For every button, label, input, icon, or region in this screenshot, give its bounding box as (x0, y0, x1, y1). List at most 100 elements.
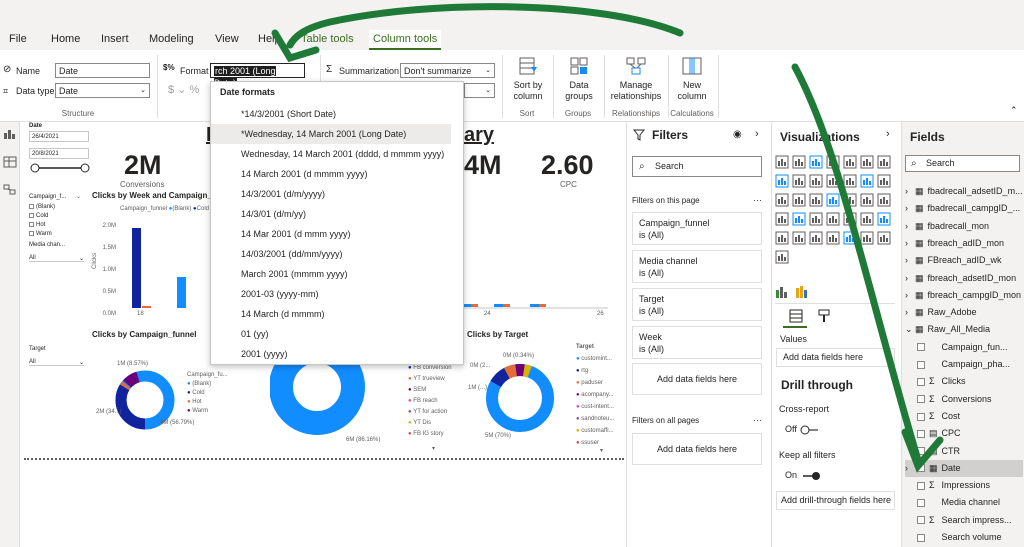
multirow-card-icon[interactable] (809, 212, 823, 226)
field-table[interactable]: › ▦ fbreach_adID_mon (905, 235, 1023, 252)
field-column[interactable]: Σ Impressions (905, 477, 1023, 494)
field-column[interactable]: › ▦ Date (905, 459, 1023, 477)
slicer-option[interactable]: Warm (29, 230, 55, 239)
card-icon[interactable] (792, 212, 806, 226)
field-checkbox[interactable] (917, 395, 925, 404)
decomposition-tree-icon[interactable] (826, 231, 840, 245)
format-option[interactable]: 14/3/2001 (d/m/yyyy) (211, 184, 451, 204)
ribbon-icon[interactable] (843, 174, 857, 188)
field-column[interactable]: Media channel (905, 494, 1023, 511)
format-option[interactable]: 14 March 2001 (d mmmm yyyy) (211, 164, 451, 184)
tab-insert[interactable]: Insert (101, 33, 129, 45)
field-table[interactable]: › ▦ fbadrecall_mon (905, 218, 1023, 235)
100-bar-icon[interactable] (843, 155, 857, 169)
treemap-icon[interactable] (826, 193, 840, 207)
legend-scroll-down-icon[interactable]: ▾ (600, 447, 603, 454)
field-checkbox[interactable] (917, 447, 925, 456)
ribbon-chart-icon[interactable] (775, 285, 789, 299)
media-slicer-dropdown[interactable]: All ⌄ (29, 255, 84, 262)
format-option[interactable]: 14/3/01 (d/m/yy) (211, 204, 451, 224)
slicer-option[interactable]: Hot (29, 221, 55, 230)
table-icon[interactable] (860, 212, 874, 226)
field-checkbox[interactable] (917, 343, 925, 352)
field-checkbox[interactable] (917, 360, 925, 369)
area-chart-icon[interactable] (775, 174, 789, 188)
values-well[interactable]: Add data fields here (776, 348, 895, 367)
scatter-icon[interactable] (775, 193, 789, 207)
key-influencers-icon[interactable] (809, 231, 823, 245)
new-column-button[interactable]: New column (672, 55, 712, 102)
filled-map-icon[interactable] (860, 193, 874, 207)
filter-card-media[interactable]: Media channel is (All) (632, 250, 762, 283)
format-option[interactable]: 14 Mar 2001 (d mmm yyyy) (211, 224, 451, 244)
shape-map-icon[interactable] (775, 212, 789, 226)
tab-help[interactable]: Help (258, 33, 281, 45)
more-options-icon[interactable]: … (753, 193, 762, 203)
format-option[interactable]: 14 March (d mmmm) (211, 304, 451, 324)
paginated-icon[interactable] (877, 231, 891, 245)
field-table[interactable]: › ▦ fbreach_campgID_mon (905, 287, 1023, 304)
field-checkbox[interactable] (917, 464, 925, 473)
r-visual-icon[interactable] (775, 231, 789, 245)
tab-modeling[interactable]: Modeling (149, 33, 194, 45)
format-option[interactable]: Wednesday, 14 March 2001 (dddd, d mmmm y… (211, 144, 451, 164)
field-checkbox[interactable] (917, 481, 925, 490)
field-checkbox[interactable] (917, 499, 925, 508)
narrative-icon[interactable] (860, 231, 874, 245)
more-options-icon[interactable]: … (753, 413, 762, 423)
field-column[interactable]: ▤ CPC (905, 425, 1023, 442)
filters-add-fields-all[interactable]: Add data fields here (632, 433, 762, 465)
format-option[interactable]: *14/3/2001 (Short Date) (211, 104, 451, 124)
chevron-right-icon[interactable]: › (886, 128, 890, 140)
filters-add-fields-page[interactable]: Add data fields here (632, 363, 762, 395)
format-option-selected[interactable]: *Wednesday, 14 March 2001 (Long Date) (211, 124, 451, 144)
slicer-option[interactable]: (Blank) (29, 203, 55, 212)
field-checkbox[interactable] (917, 377, 925, 386)
field-checkbox[interactable] (917, 429, 925, 438)
data-groups-button[interactable]: Data groups (557, 55, 601, 102)
keep-filters-toggle[interactable]: On (785, 470, 822, 481)
stacked-bar-icon[interactable] (775, 155, 789, 169)
target-slicer-dropdown[interactable]: All ⌄ (29, 359, 84, 366)
100-column-icon[interactable] (860, 155, 874, 169)
data-view-icon[interactable] (3, 156, 17, 168)
field-column[interactable]: Campaign_pha... (905, 356, 1023, 373)
field-table[interactable]: › ▦ FBreach_adID_wk (905, 252, 1023, 269)
power-apps-icon[interactable] (775, 250, 789, 264)
legend-scroll-down-icon[interactable]: ▾ (432, 445, 435, 452)
format-option[interactable]: 2001 (yyyy) (211, 344, 451, 364)
slicer-option[interactable]: Cold (29, 212, 55, 221)
fields-tab-icon[interactable] (788, 308, 804, 324)
date-range-slider[interactable] (30, 162, 90, 174)
sort-by-column-button[interactable]: Sort by column (506, 55, 550, 102)
filter-card-target[interactable]: Target is (All) (632, 288, 762, 321)
field-column[interactable]: Σ Clicks (905, 373, 1023, 390)
py-visual-icon[interactable] (792, 231, 806, 245)
fields-search-input[interactable]: ⌕ Search (905, 155, 1020, 172)
data-category-select[interactable]: ⌄ (464, 83, 495, 98)
field-checkbox[interactable] (917, 412, 925, 421)
pie-chart-icon[interactable] (792, 193, 806, 207)
model-view-icon[interactable] (3, 184, 17, 196)
field-column[interactable]: Campaign_fun... (905, 339, 1023, 356)
funnel-icon[interactable] (877, 174, 891, 188)
line-column-icon[interactable] (809, 174, 823, 188)
map-icon[interactable] (843, 193, 857, 207)
manage-relationships-button[interactable]: Manage relationships (607, 55, 665, 102)
cross-report-toggle[interactable]: Off (785, 424, 821, 435)
field-column[interactable]: ▤ CTR (905, 443, 1023, 460)
format-option[interactable]: 14/03/2001 (dd/mm/yyyy) (211, 244, 451, 264)
report-view-icon[interactable] (3, 128, 17, 140)
stacked-column-icon[interactable] (792, 155, 806, 169)
field-column[interactable]: Search volume (905, 529, 1023, 546)
tab-file[interactable]: File (9, 33, 27, 45)
tab-view[interactable]: View (215, 33, 239, 45)
field-column[interactable]: Σ Cost (905, 408, 1023, 425)
date-start-input[interactable]: 26/4/2021 (29, 131, 89, 142)
qa-icon[interactable] (843, 231, 857, 245)
chevron-down-icon[interactable]: ⌄ (76, 193, 81, 200)
line-chart-icon[interactable] (877, 155, 891, 169)
date-end-input[interactable]: 20/8/2021 (29, 148, 89, 159)
field-column[interactable]: Σ Search impress... (905, 512, 1023, 529)
name-input[interactable]: Date (55, 63, 150, 78)
